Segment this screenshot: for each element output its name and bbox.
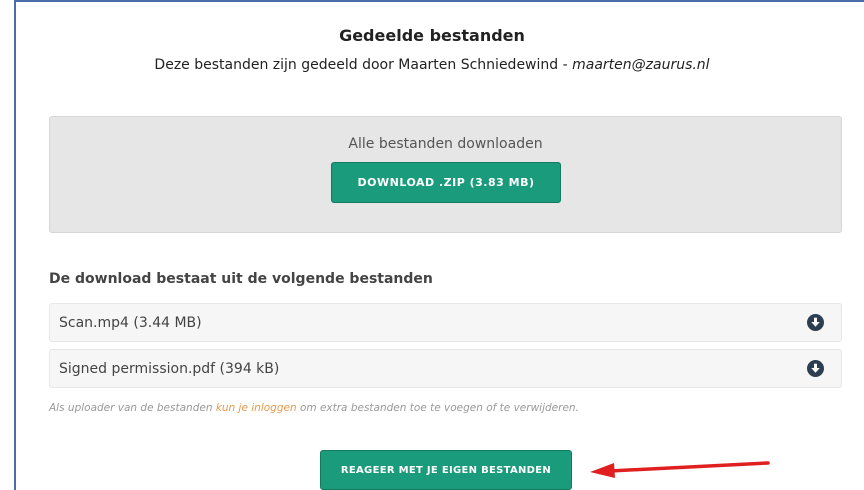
file-name: Signed permission.pdf (394 kB) bbox=[59, 360, 280, 377]
annotation-arrow-icon bbox=[590, 461, 770, 478]
uploader-note: Als uploader van de bestanden kun je inl… bbox=[49, 402, 579, 414]
note-suffix: om extra bestanden toe te voegen of te v… bbox=[296, 402, 579, 414]
page-frame bbox=[14, 0, 864, 490]
shared-by-email: maarten@zaurus.nl bbox=[572, 57, 710, 73]
download-zip-button[interactable]: DOWNLOAD .ZIP (3.83 MB) bbox=[331, 162, 561, 203]
file-row-scan[interactable]: Scan.mp4 (3.44 MB) bbox=[49, 303, 842, 342]
download-circle-icon[interactable] bbox=[807, 314, 824, 331]
page-title: Gedeelde bestanden bbox=[339, 26, 525, 45]
reply-with-files-button[interactable]: REAGEER MET JE EIGEN BESTANDEN bbox=[320, 450, 572, 490]
login-link[interactable]: kun je inloggen bbox=[216, 402, 297, 414]
file-list-heading: De download bestaat uit de volgende best… bbox=[49, 271, 433, 287]
note-prefix: Als uploader van de bestanden bbox=[49, 402, 216, 414]
download-all-label: Alle bestanden downloaden bbox=[348, 136, 543, 152]
download-circle-icon[interactable] bbox=[807, 360, 824, 377]
shared-by-text: Deze bestanden zijn gedeeld door Maarten… bbox=[0, 57, 864, 73]
download-all-panel: Alle bestanden downloaden DOWNLOAD .ZIP … bbox=[49, 116, 842, 233]
file-row-signed-permission[interactable]: Signed permission.pdf (394 kB) bbox=[49, 349, 842, 388]
file-name: Scan.mp4 (3.44 MB) bbox=[59, 314, 202, 331]
shared-by-prefix: Deze bestanden zijn gedeeld door Maarten… bbox=[154, 57, 573, 73]
